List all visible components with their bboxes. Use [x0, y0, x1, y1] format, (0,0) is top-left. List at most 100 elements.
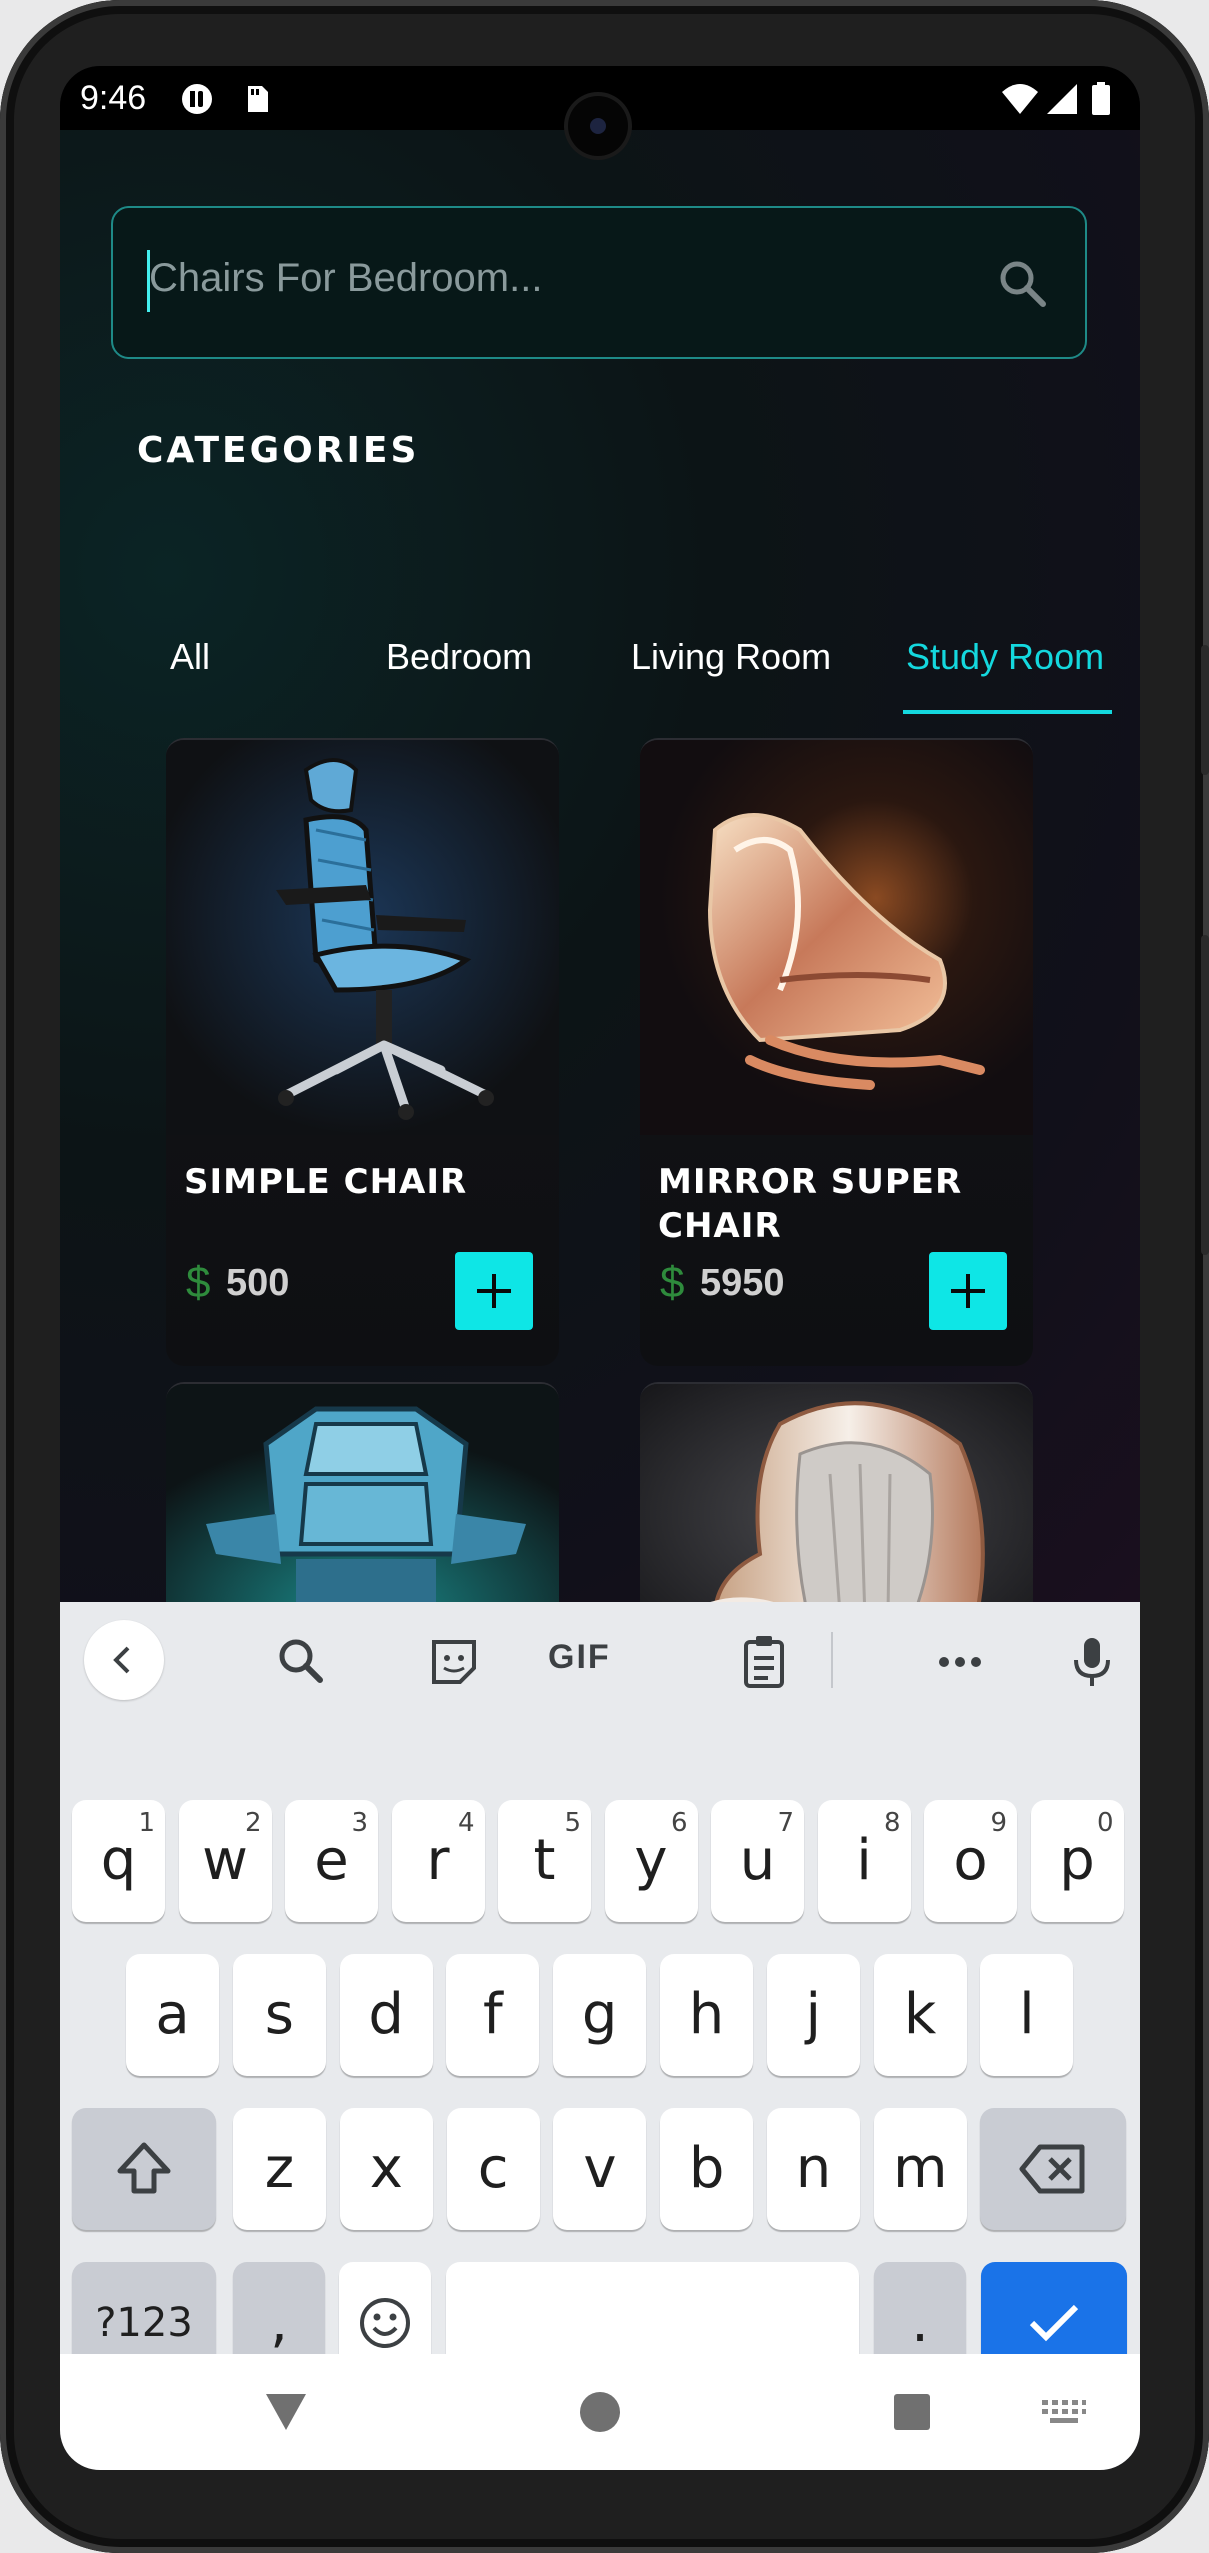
key-label: a: [155, 1982, 190, 2047]
key-q[interactable]: q1: [72, 1800, 165, 1922]
key-label: w: [202, 1828, 248, 1893]
key-o[interactable]: o9: [924, 1800, 1017, 1922]
key-n[interactable]: n: [767, 2108, 860, 2230]
search-icon[interactable]: [270, 1630, 334, 1694]
key-number-hint: 5: [564, 1808, 581, 1838]
key-label: b: [688, 2136, 725, 2201]
key-label: f: [483, 1982, 503, 2047]
screen: 9:46 Chairs For Bedroom... CATEGORIES Al…: [60, 66, 1140, 2470]
key-label: o: [953, 1828, 988, 1893]
shift-icon: [117, 2142, 171, 2194]
categories-title: CATEGORIES: [137, 430, 420, 471]
key-label: d: [368, 1982, 404, 2047]
tab-all[interactable]: All: [170, 636, 210, 696]
key-e[interactable]: e3: [285, 1800, 378, 1922]
back-nav-icon[interactable]: [262, 2390, 310, 2434]
product-card[interactable]: [166, 1382, 559, 1602]
key-label: y: [634, 1828, 668, 1893]
shift-key[interactable]: [72, 2108, 216, 2230]
key-h[interactable]: h: [660, 1954, 753, 2076]
key-label: l: [1019, 1982, 1035, 2047]
key-l[interactable]: l: [980, 1954, 1074, 2076]
power-button: [1201, 645, 1209, 775]
tab-living-room[interactable]: Living Room: [631, 636, 831, 696]
product-name: MIRROR SUPER CHAIR: [658, 1162, 963, 1246]
search-placeholder: Chairs For Bedroom...: [149, 256, 543, 300]
battery-icon: [1092, 82, 1110, 115]
product-name: SIMPLE CHAIR: [184, 1162, 468, 1202]
clipboard-icon[interactable]: [732, 1630, 796, 1694]
more-icon[interactable]: [928, 1630, 992, 1694]
key-number-hint: 8: [883, 1808, 901, 1838]
key-label: t: [533, 1828, 556, 1893]
product-card[interactable]: SIMPLE CHAIR $ 500: [166, 738, 559, 1366]
key-k[interactable]: k: [873, 1954, 967, 2076]
key-number-hint: 2: [244, 1808, 262, 1838]
key-j[interactable]: j: [766, 1954, 860, 2076]
key-label: i: [856, 1828, 872, 1893]
key-label: g: [581, 1982, 618, 2047]
key-x[interactable]: x: [339, 2108, 433, 2230]
add-to-cart-button[interactable]: [929, 1252, 1007, 1330]
key-d[interactable]: d: [339, 1954, 433, 2076]
key-p[interactable]: p0: [1030, 1800, 1124, 1922]
gif-button[interactable]: GIF: [548, 1638, 611, 1677]
key-label: h: [688, 1982, 725, 2047]
keyboard-switch-icon[interactable]: [1040, 2398, 1088, 2428]
key-label: u: [739, 1828, 776, 1893]
product-image-simple-chair: [166, 740, 559, 1135]
wifi-icon: [1002, 84, 1038, 114]
key-number-hint: 9: [990, 1808, 1007, 1838]
product-image-blue-chair: [166, 1384, 559, 1602]
key-z[interactable]: z: [233, 2108, 326, 2230]
on-screen-keyboard: GIF ?123 , . q 1 w 2 e 3 r 4 t 5 y 6 u 7…: [60, 1602, 1140, 2384]
key-a[interactable]: a: [126, 1954, 219, 2076]
key-f[interactable]: f: [446, 1954, 540, 2076]
key-number-hint: 6: [670, 1808, 688, 1838]
key-i[interactable]: i8: [817, 1800, 911, 1922]
home-nav-icon[interactable]: [578, 2390, 622, 2434]
key-v[interactable]: v: [553, 2108, 647, 2230]
key-label: z: [264, 2136, 295, 2201]
signal-icon: [1047, 84, 1077, 114]
key-g[interactable]: g: [553, 1954, 647, 2076]
tab-bedroom[interactable]: Bedroom: [386, 636, 532, 696]
product-price: 5950: [700, 1262, 785, 1304]
product-card[interactable]: MIRROR SUPER CHAIR $ 5950: [640, 738, 1033, 1366]
key-w[interactable]: w2: [178, 1800, 272, 1922]
key-m[interactable]: m: [873, 2108, 967, 2230]
key-s[interactable]: s: [232, 1954, 326, 2076]
active-tab-indicator: [903, 710, 1112, 714]
key-c[interactable]: c: [446, 2108, 540, 2230]
tab-study-room[interactable]: Study Room: [906, 636, 1104, 696]
search-icon[interactable]: [997, 258, 1049, 310]
backspace-icon: [1019, 2144, 1085, 2194]
key-label: j: [805, 1982, 822, 2047]
key-b[interactable]: b: [660, 2108, 754, 2230]
key-r[interactable]: r4: [391, 1800, 485, 1922]
product-card[interactable]: [640, 1382, 1033, 1602]
key-label: r: [426, 1828, 450, 1893]
keyboard-collapse-button[interactable]: [84, 1620, 164, 1700]
key-label: k: [903, 1982, 937, 2047]
volume-button: [1201, 935, 1209, 1255]
currency-symbol: $: [186, 1258, 211, 1307]
emoji-icon: [360, 2298, 410, 2348]
key-number-hint: 0: [1096, 1808, 1114, 1838]
add-to-cart-button[interactable]: [455, 1252, 533, 1330]
key-label: q: [100, 1828, 137, 1893]
recents-nav-icon[interactable]: [892, 2392, 932, 2432]
key-label: s: [264, 1982, 294, 2047]
key-y[interactable]: y6: [604, 1800, 698, 1922]
key-t[interactable]: t5: [498, 1800, 591, 1922]
product-price: 500: [226, 1262, 290, 1304]
key-u[interactable]: u7: [711, 1800, 804, 1922]
key-number-hint: 4: [457, 1808, 475, 1838]
search-input[interactable]: Chairs For Bedroom...: [111, 206, 1087, 359]
key-number-hint: 7: [777, 1808, 794, 1838]
sticker-icon[interactable]: [422, 1630, 486, 1694]
key-label: p: [1059, 1828, 1095, 1893]
backspace-key[interactable]: [980, 2108, 1126, 2230]
mic-icon[interactable]: [1060, 1630, 1124, 1694]
key-label: e: [314, 1828, 349, 1893]
